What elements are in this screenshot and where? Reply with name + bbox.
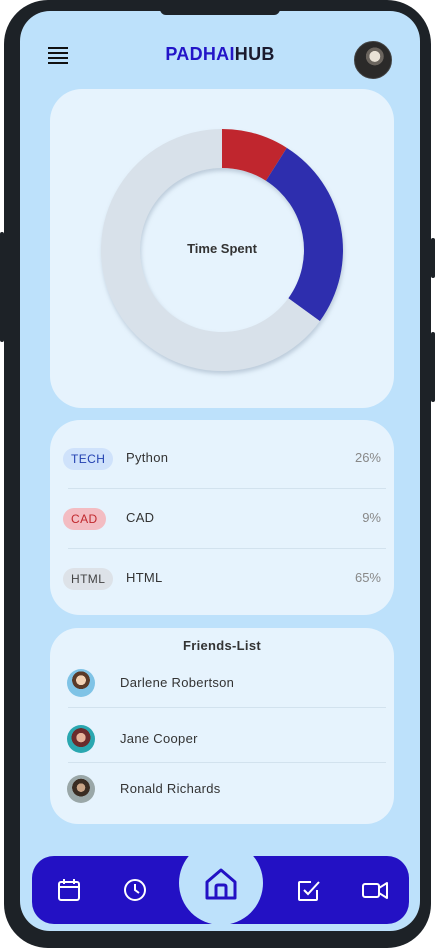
subject-label: HTML	[126, 570, 163, 585]
friend-avatar	[67, 775, 95, 803]
video-icon[interactable]	[362, 877, 388, 903]
divider	[68, 488, 386, 489]
user-avatar[interactable]	[354, 41, 392, 79]
subject-stats-card: TECH Python 26% CAD CAD 9% HTML HTML 65%	[50, 420, 394, 615]
checkbox-icon[interactable]	[296, 877, 322, 903]
category-badge: CAD	[63, 508, 106, 530]
divider	[68, 762, 386, 763]
donut-slice-python	[265, 147, 343, 322]
brand-part-2: HUB	[234, 44, 275, 64]
friend-name: Darlene Robertson	[120, 675, 235, 690]
friend-name: Jane Cooper	[120, 731, 198, 746]
subject-label: CAD	[126, 510, 155, 525]
stat-row-python[interactable]: TECH Python 26%	[50, 444, 394, 474]
power-button	[431, 332, 435, 402]
calendar-icon[interactable]	[56, 877, 82, 903]
chart-center-label: Time Spent	[187, 241, 257, 256]
friend-name: Ronald Richards	[120, 781, 221, 796]
friend-item[interactable]: Jane Cooper	[50, 724, 394, 754]
app-screen: PADHAIHUB Time Spent TECH Python 26% CAD…	[20, 11, 420, 931]
subject-label: Python	[126, 450, 169, 465]
volume-button	[0, 232, 4, 342]
clock-icon[interactable]	[122, 877, 148, 903]
subject-percentage: 65%	[354, 570, 381, 585]
brand-part-1: PADHAI	[165, 44, 235, 64]
divider	[68, 548, 386, 549]
phone-frame: PADHAIHUB Time Spent TECH Python 26% CAD…	[0, 0, 435, 948]
friend-item[interactable]: Darlene Robertson	[50, 668, 394, 698]
subject-percentage: 26%	[354, 450, 381, 465]
friend-item[interactable]: Ronald Richards	[50, 774, 394, 804]
divider	[68, 707, 386, 708]
friend-avatar	[67, 669, 95, 697]
category-badge: HTML	[63, 568, 114, 590]
friends-list-title: Friends-List	[183, 638, 261, 653]
category-badge: TECH	[63, 448, 114, 470]
friend-avatar	[67, 725, 95, 753]
subject-percentage: 9%	[362, 510, 381, 525]
home-icon[interactable]	[203, 866, 239, 902]
stat-row-cad[interactable]: CAD CAD 9%	[50, 504, 394, 534]
speaker-notch	[160, 11, 280, 15]
stat-row-html[interactable]: HTML HTML 65%	[50, 564, 394, 594]
friends-list-card: Friends-List Darlene Robertson Jane Coop…	[50, 628, 394, 824]
time-spent-chart-card: Time Spent	[50, 89, 394, 408]
side-button	[431, 238, 435, 278]
